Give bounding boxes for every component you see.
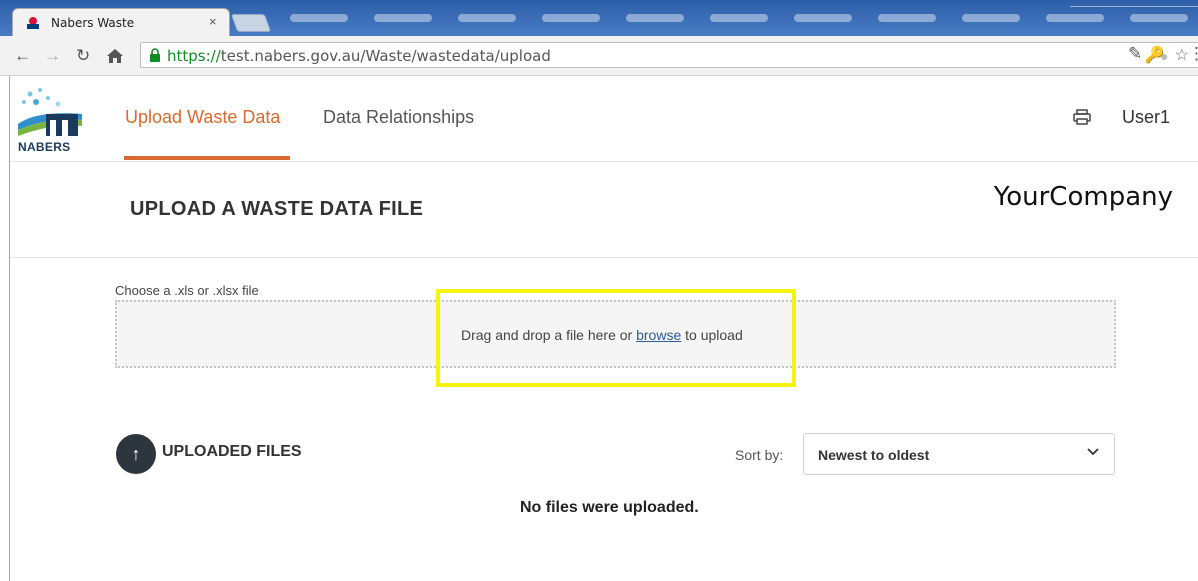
uploaded-files-title: UPLOADED FILES bbox=[162, 443, 302, 460]
upload-arrow-icon: ↑ bbox=[116, 434, 156, 474]
active-nav-indicator bbox=[124, 156, 290, 160]
menu-icon[interactable]: ⋮ bbox=[1188, 44, 1198, 64]
user-menu[interactable]: User1 bbox=[1122, 107, 1170, 128]
blurred-tab-labels bbox=[290, 14, 1188, 22]
sort-label: Sort by: bbox=[735, 447, 784, 463]
browser-toolbar: ← → ↻ https://test.nabers.gov.au/Waste/w… bbox=[0, 36, 1198, 76]
chevron-down-icon bbox=[1087, 448, 1099, 456]
star-icon[interactable]: ☆ bbox=[1175, 45, 1189, 65]
lock-icon bbox=[150, 48, 160, 62]
url-text: https://test.nabers.gov.au/Waste/wasteda… bbox=[167, 47, 551, 65]
new-tab-button[interactable] bbox=[230, 14, 272, 32]
nav-upload-waste-data[interactable]: Upload Waste Data bbox=[125, 107, 280, 128]
address-bar[interactable]: https://test.nabers.gov.au/Waste/wasteda… bbox=[140, 42, 1198, 68]
print-icon[interactable] bbox=[1073, 109, 1091, 125]
tab-close-icon[interactable]: × bbox=[209, 14, 217, 29]
empty-files-message: No files were uploaded. bbox=[520, 499, 699, 516]
file-type-label: Choose a .xls or .xlsx file bbox=[115, 283, 259, 298]
tab-title: Nabers Waste bbox=[51, 16, 135, 30]
nsw-favicon-icon bbox=[27, 17, 39, 29]
company-name: YourCompany bbox=[993, 182, 1173, 212]
back-arrow-icon[interactable]: ← bbox=[14, 46, 31, 66]
sort-selected-value: Newest to oldest bbox=[818, 447, 930, 463]
browser-tabstrip: Nabers Waste × bbox=[0, 0, 1198, 36]
page-heading: UPLOAD A WASTE DATA FILE YourCompany bbox=[10, 162, 1198, 258]
extension-icon[interactable]: ● bbox=[1160, 46, 1168, 66]
logo-text: NABERS bbox=[18, 140, 71, 154]
page-title: UPLOAD A WASTE DATA FILE bbox=[130, 198, 424, 220]
eyedropper-icon[interactable]: ✎ bbox=[1128, 44, 1142, 64]
app-header: NABERS Upload Waste Data Data Relationsh… bbox=[10, 76, 1198, 162]
nav-data-relationships[interactable]: Data Relationships bbox=[323, 107, 474, 128]
reload-icon[interactable]: ↻ bbox=[76, 46, 90, 66]
nabers-logo[interactable]: NABERS bbox=[18, 84, 82, 154]
forward-arrow-icon[interactable]: → bbox=[44, 46, 61, 66]
highlight-annotation bbox=[436, 289, 796, 387]
browser-tab[interactable]: Nabers Waste × bbox=[12, 8, 230, 36]
home-icon[interactable] bbox=[106, 48, 124, 64]
window-edge bbox=[1070, 6, 1198, 7]
sort-select[interactable]: Newest to oldest bbox=[803, 433, 1115, 475]
nabers-logo-icon bbox=[18, 88, 82, 136]
